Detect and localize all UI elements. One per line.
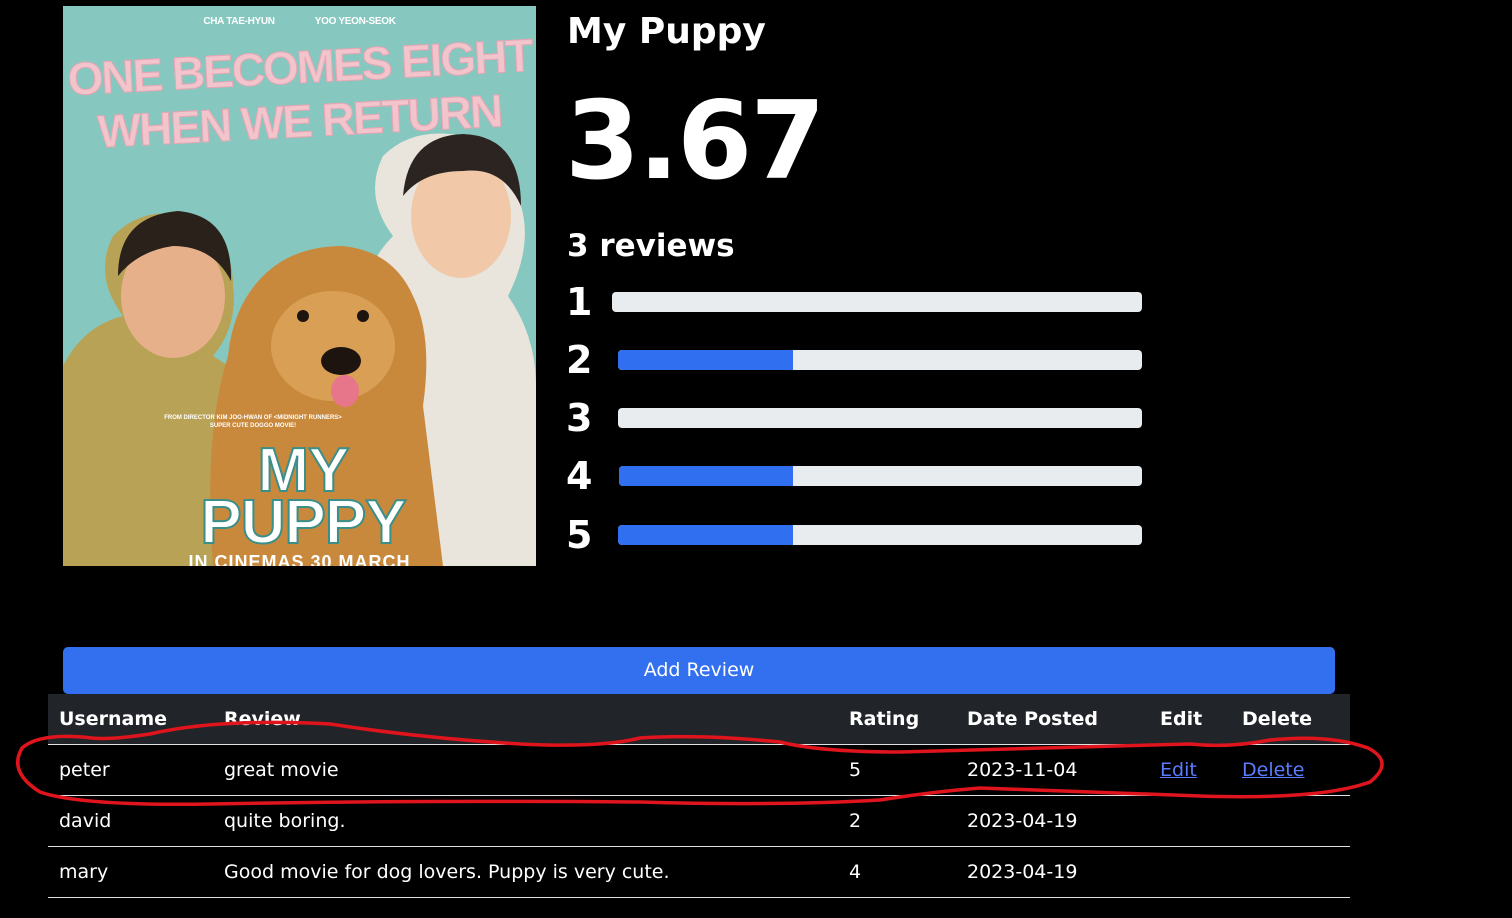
page: CHA TAE-HYUN YOO YEON-SEOK ONE BECOMES E… (0, 0, 1512, 918)
delete-review-link[interactable]: Delete (1242, 759, 1304, 781)
rating-progress-fill (619, 466, 794, 486)
cell-date-posted: 2023-04-19 (956, 846, 1149, 898)
column-header-rating: Rating (838, 694, 956, 745)
rating-star-label: 2 (566, 338, 593, 382)
average-rating: 3.67 (565, 79, 825, 204)
rating-star-label: 1 (566, 280, 593, 324)
column-header-username: Username (48, 694, 213, 745)
rating-distribution-row: 1 (566, 282, 1166, 322)
cell-username: david (48, 795, 213, 847)
cell-delete (1231, 795, 1350, 847)
rating-progress-track (612, 292, 1142, 312)
poster-director-credit: FROM DIRECTOR KIM JOO-HWAN OF <MIDNIGHT … (153, 414, 353, 431)
poster-credit: CHA TAE-HYUN (203, 16, 275, 27)
rating-progress-fill (618, 350, 793, 370)
cell-review: Good movie for dog lovers. Puppy is very… (213, 846, 838, 898)
cell-delete: Delete (1231, 744, 1350, 796)
review-count: 3 reviews (567, 228, 735, 264)
cell-rating: 2 (838, 795, 956, 847)
rating-distribution-row: 2 (566, 340, 1166, 380)
edit-review-link[interactable]: Edit (1160, 759, 1197, 781)
rating-distribution-row: 4 (566, 456, 1166, 496)
cell-edit (1149, 795, 1231, 847)
cell-review: quite boring. (213, 795, 838, 847)
poster-release-date: IN CINEMAS 30 MARCH (188, 552, 411, 566)
cell-rating: 5 (838, 744, 956, 796)
poster-credits: CHA TAE-HYUN YOO YEON-SEOK (63, 16, 536, 27)
cell-review: great movie (213, 744, 838, 796)
column-header-edit: Edit (1149, 694, 1231, 745)
reviews-table: Username Review Rating Date Posted Edit … (48, 694, 1350, 898)
cell-edit (1149, 846, 1231, 898)
table-row: peter great movie 5 2023-11-04 Edit Dele… (48, 744, 1350, 796)
table-row: david quite boring. 2 2023-04-19 (48, 795, 1350, 847)
column-header-review: Review (213, 694, 838, 745)
cell-edit: Edit (1149, 744, 1231, 796)
cell-delete (1231, 846, 1350, 898)
cell-username: mary (48, 846, 213, 898)
movie-title: My Puppy (567, 11, 766, 52)
rating-progress-track (619, 466, 1142, 486)
poster-logo: PUPPY (199, 488, 407, 557)
rating-distribution-row: 5 (566, 515, 1166, 555)
cell-date-posted: 2023-04-19 (956, 795, 1149, 847)
rating-progress-track (618, 350, 1142, 370)
rating-progress-track (618, 525, 1142, 545)
poster-credit: YOO YEON-SEOK (314, 16, 396, 27)
add-review-button[interactable]: Add Review (63, 647, 1335, 694)
poster-director-line: FROM DIRECTOR KIM JOO-HWAN OF <MIDNIGHT … (164, 415, 342, 421)
rating-progress-track (618, 408, 1142, 428)
column-header-delete: Delete (1231, 694, 1350, 745)
column-header-date-posted: Date Posted (956, 694, 1149, 745)
rating-star-label: 5 (566, 513, 593, 557)
cell-rating: 4 (838, 846, 956, 898)
rating-star-label: 4 (566, 454, 593, 498)
cell-date-posted: 2023-11-04 (956, 744, 1149, 796)
rating-star-label: 3 (566, 396, 593, 440)
rating-distribution-row: 3 (566, 398, 1166, 438)
poster-director-line: SUPER CUTE DOGGO MOVIE! (209, 423, 297, 430)
rating-progress-fill (618, 525, 793, 545)
movie-poster: CHA TAE-HYUN YOO YEON-SEOK ONE BECOMES E… (63, 6, 536, 566)
cell-username: peter (48, 744, 213, 796)
table-row: mary Good movie for dog lovers. Puppy is… (48, 846, 1350, 898)
table-header-row: Username Review Rating Date Posted Edit … (48, 694, 1350, 745)
reviews-table-header: Username Review Rating Date Posted Edit … (48, 694, 1350, 745)
reviews-table-body: peter great movie 5 2023-11-04 Edit Dele… (48, 744, 1350, 898)
